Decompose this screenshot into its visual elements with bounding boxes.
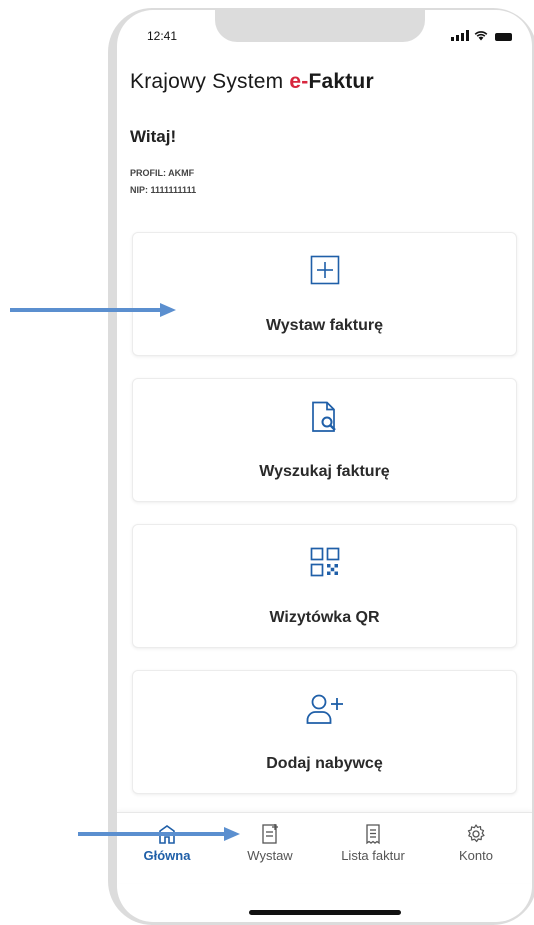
nav-item-konto[interactable]: Konto	[431, 823, 521, 863]
action-label: Wyszukaj fakturę	[259, 463, 390, 480]
action-label: Wizytówka QR	[269, 609, 380, 626]
signal-icon	[451, 30, 469, 41]
list-document-icon	[366, 824, 380, 845]
app-title-prefix: Krajowy System	[130, 70, 290, 93]
plus-square-icon	[310, 255, 339, 285]
greeting: Witaj!	[130, 127, 177, 146]
nav-item-lista-faktur[interactable]: Lista faktur	[328, 823, 418, 863]
document-search-icon	[311, 401, 336, 432]
qr-code-icon	[310, 547, 339, 577]
wifi-icon	[474, 31, 488, 41]
app-title-accent: e-	[289, 70, 309, 93]
arrow-annotation-icon	[10, 303, 176, 317]
nav-label: Wystaw	[247, 848, 293, 863]
action-card-wyszukaj-fakture[interactable]: Wyszukaj fakturę	[132, 378, 517, 502]
nav-label: Konto	[459, 848, 493, 863]
bottom-nav: Główna Wystaw Lista faktur Konto	[117, 812, 532, 883]
action-card-wystaw-fakture[interactable]: Wystaw fakturę	[132, 232, 517, 356]
action-label: Dodaj nabywcę	[266, 755, 383, 772]
add-user-icon	[306, 694, 343, 724]
gear-icon	[467, 824, 485, 843]
action-card-wizytowka-qr[interactable]: Wizytówka QR	[132, 524, 517, 648]
profile-label: PROFIL: AKMF	[130, 168, 195, 178]
status-time: 12:41	[147, 29, 178, 43]
add-document-icon	[262, 824, 278, 844]
notch	[215, 10, 425, 42]
status-icons	[451, 30, 512, 41]
nip-label: NIP: 1111111111	[130, 185, 197, 195]
arrow-annotation-icon	[78, 827, 240, 841]
action-card-dodaj-nabywce[interactable]: Dodaj nabywcę	[132, 670, 517, 794]
home-indicator	[249, 910, 401, 915]
app-screen: 12:41 Krajowy System e-Faktur Witaj! PRO…	[117, 10, 532, 922]
action-label: Wystaw fakturę	[265, 317, 384, 334]
app-title: Krajowy System e-Faktur	[130, 70, 374, 94]
nav-label: Lista faktur	[341, 848, 405, 863]
nav-label: Główna	[143, 848, 191, 863]
app-title-bold: Faktur	[308, 70, 374, 93]
battery-icon	[495, 33, 512, 41]
